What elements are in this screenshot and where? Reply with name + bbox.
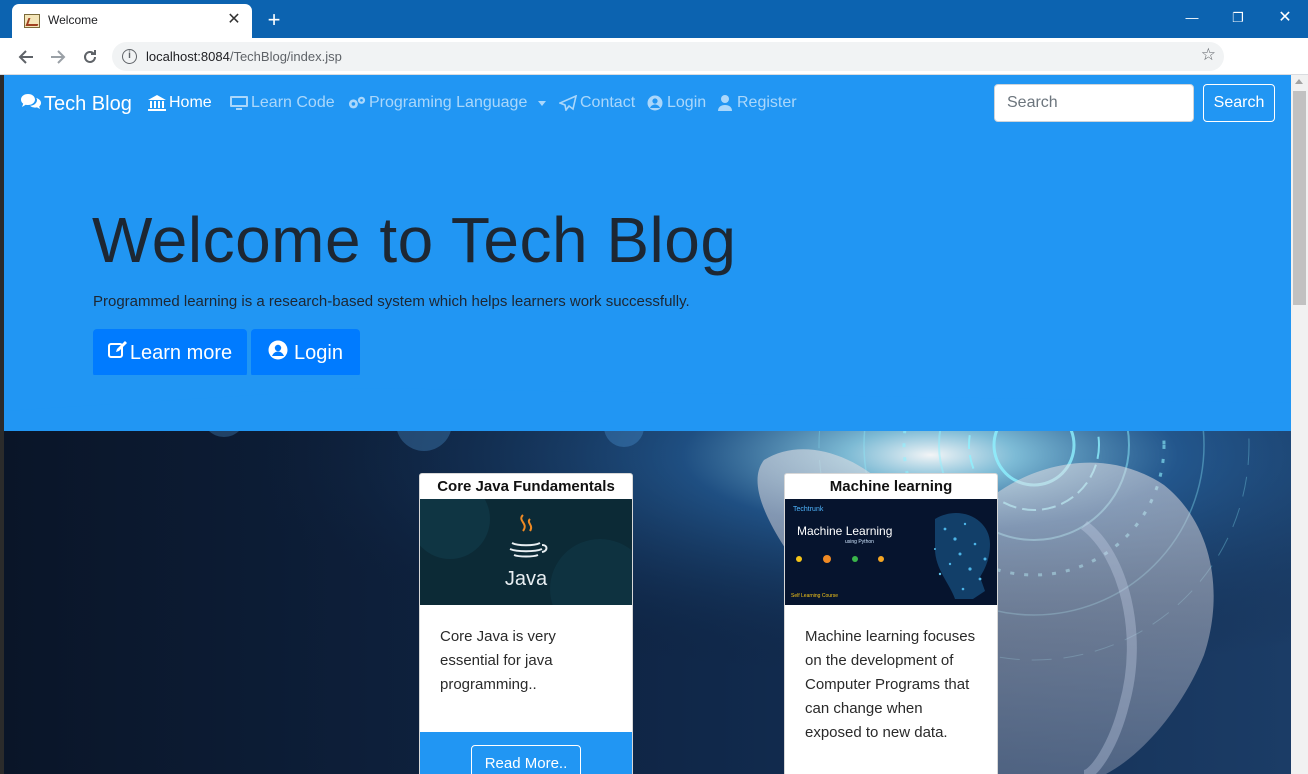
nav-item-label: Register: [737, 94, 797, 111]
user-icon: [716, 95, 734, 111]
login-button[interactable]: Login: [251, 329, 360, 377]
course-card-java: Core Java Fundamentals Java Core Java is…: [419, 473, 633, 774]
user-circle-icon: [268, 340, 288, 366]
learn-more-button[interactable]: Learn more: [93, 329, 247, 377]
search-input[interactable]: [994, 84, 1194, 122]
card-title: Core Java Fundamentals: [437, 478, 615, 495]
desktop-icon: [230, 95, 248, 111]
ml-image-title: Machine Learning: [797, 524, 892, 538]
hero-wave-divider: [4, 375, 1291, 411]
course-card-machine-learning: Machine learning Techtrunk Machine Learn…: [784, 473, 998, 774]
login-label: Login: [294, 341, 343, 364]
forward-arrow-icon[interactable]: [44, 43, 72, 71]
chevron-down-icon: [538, 100, 547, 106]
nav-item-label: Contact: [580, 94, 636, 111]
tab-close-icon[interactable]: ✕: [224, 10, 244, 30]
new-tab-icon[interactable]: +: [262, 8, 286, 32]
nav-item-label: Programing Language: [369, 94, 528, 111]
read-more-button[interactable]: Read More..: [471, 745, 581, 774]
bookmark-star-icon[interactable]: ☆: [1201, 45, 1216, 65]
machine-learning-image: Techtrunk Machine Learning using Python …: [785, 499, 997, 605]
nav-item-login[interactable]: Login: [646, 94, 706, 112]
scrollbar-thumb[interactable]: [1293, 91, 1306, 305]
card-text: Core Java is very essential for java pro…: [440, 628, 556, 693]
window-close-icon[interactable]: ✕: [1262, 0, 1308, 36]
site-navbar: Tech Blog Home Learn Code Programing Lan…: [4, 75, 1291, 131]
ml-image-footer: Self Learning Course: [791, 593, 838, 599]
nav-item-label: Login: [667, 94, 707, 111]
learn-more-label: Learn more: [129, 341, 233, 364]
ml-image-brand: Techtrunk: [793, 506, 824, 513]
brand-link[interactable]: Tech Blog: [20, 92, 132, 116]
browser-titlebar: Welcome ✕ + — ❐ ✕: [0, 0, 1308, 38]
card-title: Machine learning: [829, 478, 953, 495]
tab-title: Welcome: [48, 13, 98, 27]
card-footer: Read More..: [420, 732, 632, 774]
favicon-icon: [24, 14, 40, 28]
java-image-caption: Java: [505, 568, 548, 590]
hero-background-image: [4, 375, 1291, 774]
ml-image-subtitle: using Python: [845, 539, 874, 545]
browser-tab[interactable]: Welcome ✕: [12, 4, 252, 38]
edit-icon: [107, 341, 128, 365]
cogs-icon: [348, 95, 366, 111]
card-text: Machine learning focuses on the developm…: [805, 628, 976, 741]
java-image: Java: [420, 499, 632, 605]
nav-item-label: Learn Code: [251, 94, 335, 111]
nav-item-programing-language[interactable]: Programing Language: [348, 94, 547, 112]
hero-subtitle: Programmed learning is a research-based …: [93, 293, 690, 310]
vertical-scrollbar[interactable]: [1291, 75, 1308, 774]
restore-icon[interactable]: ❐: [1215, 0, 1261, 36]
url-text[interactable]: localhost:8084/TechBlog/index.jsp: [146, 49, 342, 64]
brand-name: Tech Blog: [44, 92, 132, 115]
nav-item-home[interactable]: Home: [148, 94, 212, 112]
reload-icon[interactable]: [76, 43, 104, 71]
browser-toolbar: i localhost:8084/TechBlog/index.jsp ☆ ⋮: [0, 38, 1308, 104]
nav-item-contact[interactable]: Contact: [559, 94, 635, 112]
search-button[interactable]: Search: [1203, 84, 1275, 122]
info-icon[interactable]: i: [122, 49, 137, 64]
address-bar[interactable]: i localhost:8084/TechBlog/index.jsp ☆: [112, 42, 1224, 71]
minimize-icon[interactable]: —: [1169, 0, 1215, 36]
home-icon: [148, 95, 166, 111]
nav-item-learn-code[interactable]: Learn Code: [230, 94, 335, 112]
scroll-up-icon[interactable]: [1295, 79, 1303, 84]
page-viewport: Tech Blog Home Learn Code Programing Lan…: [4, 75, 1291, 774]
comments-icon: [20, 92, 42, 116]
page-title: Welcome to Tech Blog: [92, 204, 737, 276]
paper-plane-icon: [559, 95, 577, 111]
back-arrow-icon[interactable]: [12, 43, 40, 71]
nav-item-register[interactable]: Register: [716, 94, 797, 112]
user-circle-icon: [646, 95, 664, 111]
nav-item-label: Home: [169, 94, 212, 111]
